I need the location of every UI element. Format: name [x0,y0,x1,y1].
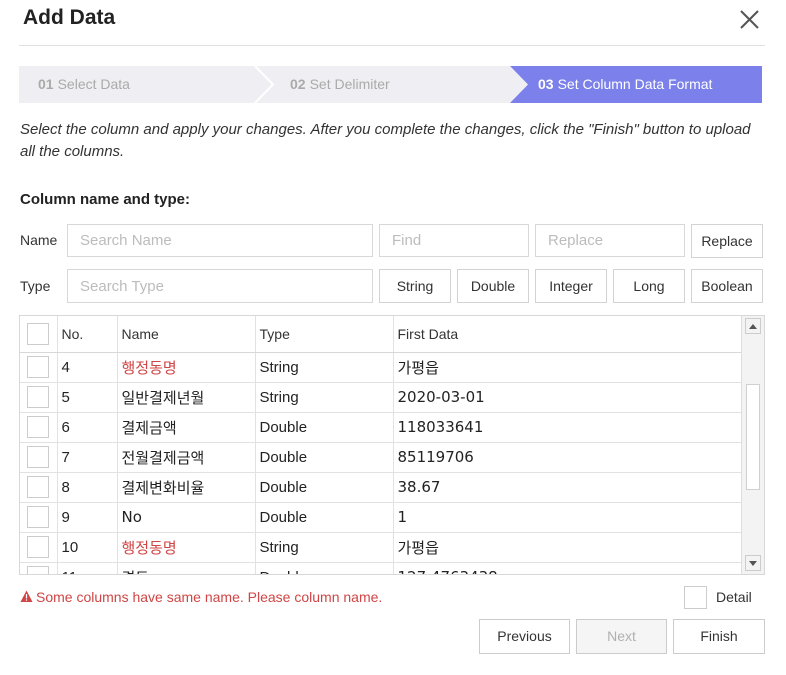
scroll-thumb[interactable] [746,384,760,490]
row-type[interactable]: Double [255,412,394,443]
row-type[interactable]: Double [255,502,394,533]
finish-button[interactable]: Finish [673,619,765,654]
row-no: 4 [57,352,118,383]
table-row[interactable]: 5 일반결제년월 String 2020-03-01 [20,382,742,413]
row-first-data: 127.4763438 [393,562,742,574]
table-row[interactable]: 4 행정동명 String 가평읍 [20,352,742,383]
row-select-cell [20,352,58,383]
type-string-button[interactable]: String [379,269,451,303]
table-row[interactable]: 11경도Double127.4763438 [20,562,742,574]
instruction-text: Select the column and apply your changes… [20,121,751,160]
table-row[interactable]: 7 전월결제금액 Double 85119706 [20,442,742,473]
row-checkbox[interactable] [27,356,49,378]
step-select-data: 01 Select Data [38,76,130,92]
row-first-data: 1 [393,502,742,533]
type-boolean-button[interactable]: Boolean [691,269,763,303]
row-checkbox[interactable] [27,566,49,574]
row-no: 9 [57,502,118,533]
row-name[interactable]: 결제금액 [117,412,256,443]
row-checkbox[interactable] [27,506,49,528]
duplicate-name-warning: Some columns have same name. Please colu… [20,589,382,605]
column-table: No. Name Type First Data 4 행정동명 String 가평읍 5… [19,315,765,575]
row-first-data: 38.67 [393,472,742,503]
select-all-checkbox[interactable] [27,322,49,345]
type-row-label: Type [20,278,51,294]
warning-icon [20,590,33,602]
row-select-cell [20,412,58,443]
row-first-data: 가평읍 [393,352,742,383]
find-input[interactable] [379,224,529,257]
row-checkbox[interactable] [27,386,49,408]
row-first-data: 가평읍 [393,532,742,563]
row-select-cell [20,562,58,574]
row-name[interactable]: 결제변화비율 [117,472,256,503]
type-integer-button[interactable]: Integer [535,269,607,303]
row-name[interactable]: 일반결제년월 [117,382,256,413]
replace-input[interactable] [535,224,685,257]
row-type[interactable]: String [255,352,394,383]
row-select-cell [20,502,58,533]
row-no: 6 [57,412,118,443]
row-no: 10 [57,532,118,563]
table-scrollbar[interactable] [741,316,764,574]
row-first-data: 118033641 [393,412,742,443]
row-checkbox[interactable] [27,416,49,438]
dialog-title: Add Data [23,6,116,29]
scroll-up-icon[interactable] [745,318,761,334]
row-first-data: 85119706 [393,442,742,473]
table-header-row: No. Name Type First Data [20,316,742,353]
search-name-input[interactable] [67,224,373,257]
warning-text: Some columns have same name. Please colu… [36,589,383,605]
row-first-data: 2020-03-01 [393,382,742,413]
table-row[interactable]: 8 결제변화비율 Double 38.67 [20,472,742,503]
row-checkbox[interactable] [27,476,49,498]
title-divider [19,45,765,46]
scroll-down-icon[interactable] [745,555,761,571]
row-type[interactable]: String [255,532,394,563]
row-select-cell [20,472,58,503]
row-type[interactable]: String [255,382,394,413]
wizard-steps: 01 Select Data 02 Set Delimiter 03 Set Colu… [19,66,762,103]
row-name[interactable]: 경도 [117,562,256,574]
next-button[interactable]: Next [576,619,667,654]
select-all-cell [20,316,58,353]
close-icon[interactable] [736,7,762,33]
detail-label: Detail [716,589,752,605]
row-name[interactable]: No [117,502,256,533]
name-row-label: Name [20,232,58,248]
row-type[interactable]: Double [255,472,394,503]
table-row[interactable]: 6 결제금액 Double 118033641 [20,412,742,443]
header-no: No. [57,316,118,353]
row-no: 5 [57,382,118,413]
step-set-delimiter: 02 Set Delimiter [290,76,390,92]
header-name: Name [117,316,256,353]
row-name[interactable]: 전월결제금액 [117,442,256,473]
header-type: Type [255,316,394,353]
row-checkbox[interactable] [27,446,49,468]
table-row[interactable]: 9 No Double 1 [20,502,742,533]
type-long-button[interactable]: Long [613,269,685,303]
row-no: 8 [57,472,118,503]
header-first-data: First Data [393,316,742,353]
table-row[interactable]: 10 행정동명 String 가평읍 [20,532,742,563]
step-set-column-format: 03 Set Column Data Format [538,76,713,92]
row-name[interactable]: 행정동명 [117,532,256,563]
type-double-button[interactable]: Double [457,269,529,303]
row-type[interactable]: Double [255,562,394,574]
search-type-input[interactable] [67,269,373,303]
previous-button[interactable]: Previous [479,619,570,654]
row-name[interactable]: 행정동명 [117,352,256,383]
row-select-cell [20,532,58,563]
row-select-cell [20,382,58,413]
row-type[interactable]: Double [255,442,394,473]
detail-checkbox[interactable] [684,586,707,609]
section-title: Column name and type: [20,191,191,208]
row-checkbox[interactable] [27,536,49,558]
replace-button[interactable]: Replace [691,224,763,258]
row-select-cell [20,442,58,473]
row-no: 11 [57,562,118,574]
row-no: 7 [57,442,118,473]
